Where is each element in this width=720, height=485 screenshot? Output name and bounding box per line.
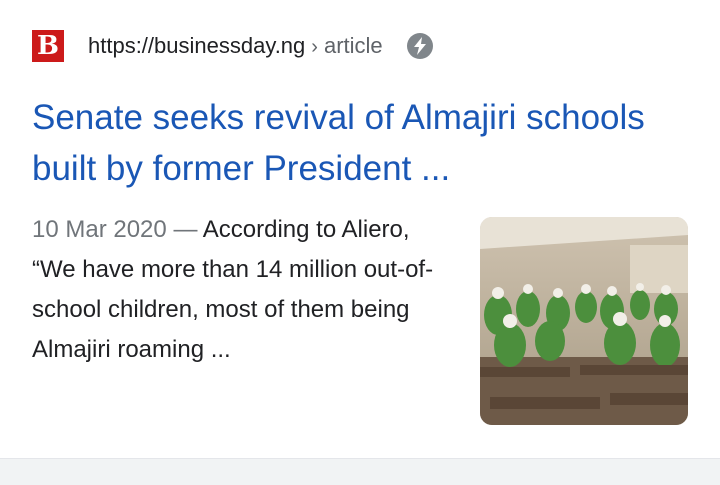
result-source-row[interactable]: B https://businessday.ng › article xyxy=(32,30,433,62)
lightning-bolt-icon xyxy=(406,33,433,59)
date-separator: — xyxy=(173,216,198,243)
url-domain: https://businessday.ng xyxy=(88,33,306,58)
result-thumbnail[interactable] xyxy=(480,217,688,425)
result-title-link[interactable]: Senate seeks revival of Almajiri schools… xyxy=(32,92,692,194)
search-result-card[interactable]: B https://businessday.ng › article Senate … xyxy=(0,0,720,458)
businessday-favicon: B xyxy=(32,30,64,62)
result-snippet: 10 Mar 2020 — According to Aliero, “We h… xyxy=(32,210,452,370)
result-url[interactable]: https://businessday.ng › article xyxy=(88,33,383,59)
breadcrumb-separator: › xyxy=(311,36,318,58)
result-date: 10 Mar 2020 xyxy=(32,216,167,243)
breadcrumb-article: article xyxy=(323,33,383,58)
next-card-edge xyxy=(0,459,720,485)
classroom-image xyxy=(480,217,688,425)
